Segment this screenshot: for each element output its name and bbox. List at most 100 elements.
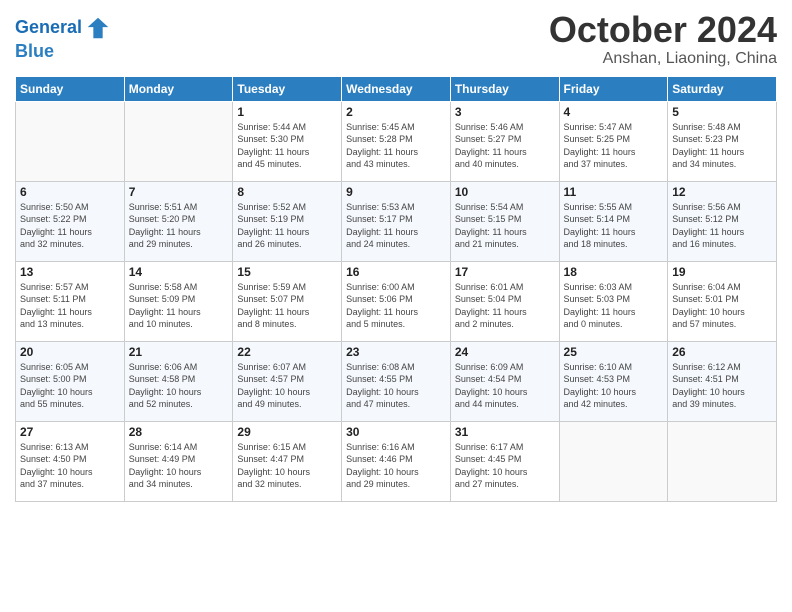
day-number: 24 [455, 345, 555, 359]
day-info: Sunrise: 5:54 AM Sunset: 5:15 PM Dayligh… [455, 201, 555, 251]
header: General Blue October 2024 Anshan, Liaoni… [15, 10, 777, 68]
day-number: 12 [672, 185, 772, 199]
calendar-cell: 11 Sunrise: 5:55 AM Sunset: 5:14 PM Dayli… [559, 181, 668, 261]
calendar-cell: 25Sunrise: 6:10 AM Sunset: 4:53 PM Dayli… [559, 341, 668, 421]
day-info: Sunrise: 6:07 AM Sunset: 4:57 PM Dayligh… [237, 361, 337, 411]
day-number: 14 [129, 265, 229, 279]
day-number: 16 [346, 265, 446, 279]
calendar-cell: 13 Sunrise: 5:57 AM Sunset: 5:11 PM Dayli… [16, 261, 125, 341]
day-number: 27 [20, 425, 120, 439]
calendar-cell: 2 Sunrise: 5:45 AM Sunset: 5:28 PM Daylig… [342, 101, 451, 181]
day-number: 18 [564, 265, 664, 279]
day-number: 11 [564, 185, 664, 199]
day-info: Sunrise: 6:08 AM Sunset: 4:55 PM Dayligh… [346, 361, 446, 411]
weekday-header-sunday: Sunday [16, 76, 125, 101]
day-number: 1 [237, 105, 337, 119]
month-title: October 2024 [549, 10, 777, 50]
calendar-cell: 12Sunrise: 5:56 AM Sunset: 5:12 PM Dayli… [668, 181, 777, 261]
day-info: Sunrise: 6:04 AM Sunset: 5:01 PM Dayligh… [672, 281, 772, 331]
weekday-header-tuesday: Tuesday [233, 76, 342, 101]
day-info: Sunrise: 6:06 AM Sunset: 4:58 PM Dayligh… [129, 361, 229, 411]
calendar-cell: 27 Sunrise: 6:13 AM Sunset: 4:50 PM Dayli… [16, 421, 125, 501]
calendar-cell: 5 Sunrise: 5:48 AM Sunset: 5:23 PM Daylig… [668, 101, 777, 181]
calendar-cell [124, 101, 233, 181]
calendar-cell: 29 Sunrise: 6:15 AM Sunset: 4:47 PM Dayli… [233, 421, 342, 501]
day-number: 26 [672, 345, 772, 359]
calendar-cell: 31 Sunrise: 6:17 AM Sunset: 4:45 PM Dayli… [450, 421, 559, 501]
day-info: Sunrise: 5:45 AM Sunset: 5:28 PM Dayligh… [346, 121, 446, 171]
calendar-cell: 26 Sunrise: 6:12 AM Sunset: 4:51 PM Dayli… [668, 341, 777, 421]
day-number: 19 [672, 265, 772, 279]
day-number: 21 [129, 345, 229, 359]
day-info: Sunrise: 5:47 AM Sunset: 5:25 PM Dayligh… [564, 121, 664, 171]
day-info: Sunrise: 6:17 AM Sunset: 4:45 PM Dayligh… [455, 441, 555, 491]
calendar-cell: 4 Sunrise: 5:47 AM Sunset: 5:25 PM Daylig… [559, 101, 668, 181]
day-info: Sunrise: 6:09 AM Sunset: 4:54 PM Dayligh… [455, 361, 555, 411]
calendar-cell: 8Sunrise: 5:52 AM Sunset: 5:19 PM Daylig… [233, 181, 342, 261]
day-info: Sunrise: 6:14 AM Sunset: 4:49 PM Dayligh… [129, 441, 229, 491]
calendar-cell: 9 Sunrise: 5:53 AM Sunset: 5:17 PM Daylig… [342, 181, 451, 261]
calendar-cell: 19 Sunrise: 6:04 AM Sunset: 5:01 PM Dayli… [668, 261, 777, 341]
day-number: 31 [455, 425, 555, 439]
calendar-cell: 7 Sunrise: 5:51 AM Sunset: 5:20 PM Daylig… [124, 181, 233, 261]
day-number: 23 [346, 345, 446, 359]
calendar-container: General Blue October 2024 Anshan, Liaoni… [0, 0, 792, 612]
calendar-cell: 20 Sunrise: 6:05 AM Sunset: 5:00 PM Dayli… [16, 341, 125, 421]
weekday-header-friday: Friday [559, 76, 668, 101]
day-number: 2 [346, 105, 446, 119]
day-number: 3 [455, 105, 555, 119]
day-number: 6 [20, 185, 120, 199]
day-info: Sunrise: 6:13 AM Sunset: 4:50 PM Dayligh… [20, 441, 120, 491]
weekday-header-saturday: Saturday [668, 76, 777, 101]
day-info: Sunrise: 5:48 AM Sunset: 5:23 PM Dayligh… [672, 121, 772, 171]
calendar-cell: 6 Sunrise: 5:50 AM Sunset: 5:22 PM Daylig… [16, 181, 125, 261]
day-number: 20 [20, 345, 120, 359]
calendar-cell: 3 Sunrise: 5:46 AM Sunset: 5:27 PM Daylig… [450, 101, 559, 181]
day-info: Sunrise: 5:57 AM Sunset: 5:11 PM Dayligh… [20, 281, 120, 331]
calendar-cell [668, 421, 777, 501]
calendar-cell: 14 Sunrise: 5:58 AM Sunset: 5:09 PM Dayli… [124, 261, 233, 341]
calendar-cell: 23 Sunrise: 6:08 AM Sunset: 4:55 PM Dayli… [342, 341, 451, 421]
day-number: 5 [672, 105, 772, 119]
day-number: 10 [455, 185, 555, 199]
calendar-cell: 17Sunrise: 6:01 AM Sunset: 5:04 PM Dayli… [450, 261, 559, 341]
calendar-cell: 15Sunrise: 5:59 AM Sunset: 5:07 PM Dayli… [233, 261, 342, 341]
day-info: Sunrise: 6:16 AM Sunset: 4:46 PM Dayligh… [346, 441, 446, 491]
title-block: October 2024 Anshan, Liaoning, China [549, 10, 777, 68]
calendar-cell [559, 421, 668, 501]
logo-text: General [15, 18, 82, 38]
day-number: 29 [237, 425, 337, 439]
day-info: Sunrise: 6:00 AM Sunset: 5:06 PM Dayligh… [346, 281, 446, 331]
calendar-cell: 18 Sunrise: 6:03 AM Sunset: 5:03 PM Dayli… [559, 261, 668, 341]
logo: General Blue [15, 14, 112, 62]
calendar-table: SundayMondayTuesdayWednesdayThursdayFrid… [15, 76, 777, 502]
day-number: 28 [129, 425, 229, 439]
day-info: Sunrise: 6:15 AM Sunset: 4:47 PM Dayligh… [237, 441, 337, 491]
calendar-cell [16, 101, 125, 181]
day-info: Sunrise: 5:50 AM Sunset: 5:22 PM Dayligh… [20, 201, 120, 251]
day-info: Sunrise: 5:46 AM Sunset: 5:27 PM Dayligh… [455, 121, 555, 171]
day-info: Sunrise: 6:03 AM Sunset: 5:03 PM Dayligh… [564, 281, 664, 331]
day-info: Sunrise: 5:51 AM Sunset: 5:20 PM Dayligh… [129, 201, 229, 251]
day-number: 9 [346, 185, 446, 199]
day-number: 13 [20, 265, 120, 279]
day-number: 22 [237, 345, 337, 359]
weekday-header-thursday: Thursday [450, 76, 559, 101]
day-info: Sunrise: 5:55 AM Sunset: 5:14 PM Dayligh… [564, 201, 664, 251]
calendar-cell: 21 Sunrise: 6:06 AM Sunset: 4:58 PM Dayli… [124, 341, 233, 421]
logo-blue-text: Blue [15, 42, 112, 62]
day-number: 4 [564, 105, 664, 119]
day-info: Sunrise: 6:05 AM Sunset: 5:00 PM Dayligh… [20, 361, 120, 411]
logo-icon [84, 14, 112, 42]
day-number: 7 [129, 185, 229, 199]
day-info: Sunrise: 5:53 AM Sunset: 5:17 PM Dayligh… [346, 201, 446, 251]
weekday-header-monday: Monday [124, 76, 233, 101]
day-number: 8 [237, 185, 337, 199]
calendar-cell: 10 Sunrise: 5:54 AM Sunset: 5:15 PM Dayli… [450, 181, 559, 261]
day-number: 25 [564, 345, 664, 359]
day-info: Sunrise: 5:58 AM Sunset: 5:09 PM Dayligh… [129, 281, 229, 331]
day-info: Sunrise: 6:12 AM Sunset: 4:51 PM Dayligh… [672, 361, 772, 411]
day-info: Sunrise: 5:44 AM Sunset: 5:30 PM Dayligh… [237, 121, 337, 171]
location-subtitle: Anshan, Liaoning, China [549, 50, 777, 68]
calendar-cell: 30Sunrise: 6:16 AM Sunset: 4:46 PM Dayli… [342, 421, 451, 501]
